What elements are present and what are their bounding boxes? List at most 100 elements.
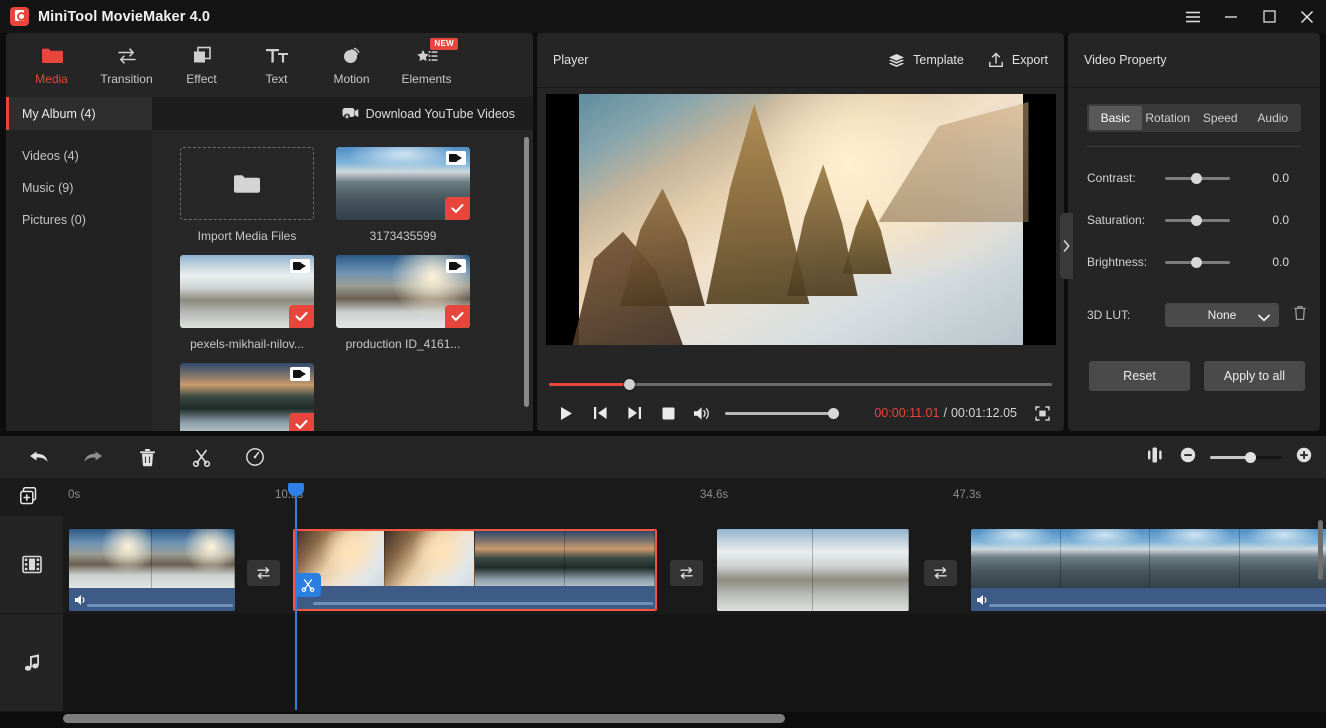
tab-rotation[interactable]: Rotation: [1142, 106, 1195, 130]
maximize-button[interactable]: [1250, 0, 1288, 33]
media-item: [180, 363, 314, 431]
checked-badge-icon[interactable]: [445, 197, 470, 220]
brightness-knob[interactable]: [1191, 257, 1202, 268]
category-music[interactable]: Music (9): [6, 172, 152, 204]
contrast-knob[interactable]: [1191, 173, 1202, 184]
transition-button[interactable]: [924, 560, 957, 586]
audio-track-lane[interactable]: [63, 614, 1326, 712]
media-thumbnail[interactable]: [336, 147, 470, 220]
volume-slider[interactable]: [725, 412, 835, 415]
zoom-in-icon: [1296, 447, 1312, 463]
track-headers: [0, 516, 63, 712]
motion-circle-icon: [341, 45, 363, 67]
total-time: 00:01:12.05: [951, 406, 1017, 420]
track-clip-area: [63, 516, 1326, 712]
media-thumbnail[interactable]: [180, 363, 314, 431]
zoom-in-button[interactable]: [1296, 447, 1312, 468]
mode-tab-media[interactable]: Media: [14, 33, 89, 97]
play-button[interactable]: [549, 398, 583, 428]
player-stage[interactable]: [546, 94, 1056, 345]
speed-button[interactable]: [238, 440, 272, 474]
player-video-frame: [579, 94, 1023, 345]
undo-button[interactable]: [22, 440, 56, 474]
minimize-button[interactable]: [1212, 0, 1250, 33]
folder-icon: [41, 45, 63, 67]
time-separator: /: [943, 406, 946, 420]
timeline-clip[interactable]: [69, 529, 235, 611]
library-tab-my-album[interactable]: My Album (4): [6, 97, 152, 130]
timeline-ruler[interactable]: 0s 10.8s 34.6s 47.3s: [0, 478, 1326, 516]
time-display: 00:00:11.01 / 00:01:12.05: [874, 406, 1052, 421]
saturation-row: Saturation: 0.0: [1087, 209, 1309, 231]
stop-button[interactable]: [651, 398, 685, 428]
timeline-vertical-scrollbar[interactable]: [1318, 520, 1323, 580]
trash-icon: [139, 448, 156, 467]
tab-speed[interactable]: Speed: [1194, 106, 1247, 130]
clip-audio-strip: [971, 588, 1326, 611]
next-frame-button[interactable]: [617, 398, 651, 428]
undo-arrow-icon: [28, 448, 50, 466]
media-scrollbar[interactable]: [524, 137, 529, 407]
zoom-out-button[interactable]: [1180, 447, 1196, 468]
media-item: 3173435599: [336, 147, 470, 243]
timeline-clip[interactable]: [971, 529, 1326, 611]
lut-select[interactable]: None: [1165, 303, 1279, 327]
checked-badge-icon[interactable]: [289, 413, 314, 431]
volume-knob[interactable]: [828, 408, 839, 419]
mode-tab-elements[interactable]: NEW Elements: [389, 33, 464, 97]
redo-button[interactable]: [76, 440, 110, 474]
delete-button[interactable]: [130, 440, 164, 474]
split-button[interactable]: [184, 440, 218, 474]
timeline-horizontal-scrollbar[interactable]: [63, 714, 785, 723]
ruler-label: 47.3s: [953, 489, 981, 501]
add-track-button[interactable]: [20, 487, 40, 512]
current-time: 00:00:11.01: [874, 406, 939, 420]
tab-basic[interactable]: Basic: [1089, 106, 1142, 130]
zoom-slider[interactable]: [1210, 456, 1282, 459]
zoom-knob[interactable]: [1245, 452, 1256, 463]
fullscreen-button[interactable]: [1035, 406, 1050, 421]
reset-button[interactable]: Reset: [1089, 361, 1190, 391]
tab-audio[interactable]: Audio: [1247, 106, 1300, 130]
template-button[interactable]: Template: [888, 53, 964, 68]
volume-button[interactable]: [685, 398, 719, 428]
close-button[interactable]: [1288, 0, 1326, 33]
transition-button[interactable]: [670, 560, 703, 586]
transition-button[interactable]: [247, 560, 280, 586]
media-thumbnail[interactable]: [336, 255, 470, 328]
media-thumbnail[interactable]: [180, 255, 314, 328]
media-grid: Import Media Files 3173435599: [180, 147, 520, 431]
seek-bar[interactable]: [549, 383, 1052, 386]
checked-badge-icon[interactable]: [289, 305, 314, 328]
mode-tab-text[interactable]: Text: [239, 33, 314, 97]
download-youtube-button[interactable]: Download YouTube Videos: [342, 107, 515, 121]
playhead[interactable]: [295, 495, 297, 710]
saturation-knob[interactable]: [1191, 215, 1202, 226]
seek-knob[interactable]: [624, 379, 635, 390]
import-media-button[interactable]: [180, 147, 314, 220]
video-track-header[interactable]: [0, 516, 63, 614]
panel-collapse-handle[interactable]: [1060, 213, 1073, 279]
redo-arrow-icon: [82, 448, 104, 466]
mode-tab-motion[interactable]: Motion: [314, 33, 389, 97]
clip-split-badge[interactable]: [295, 573, 321, 597]
contrast-slider[interactable]: [1165, 177, 1230, 180]
fit-to-timeline-button[interactable]: [1147, 447, 1166, 468]
transition-arrows-icon: [255, 566, 272, 580]
audio-track-header[interactable]: [0, 614, 63, 712]
mode-tab-effect[interactable]: Effect: [164, 33, 239, 97]
timeline-clip-selected[interactable]: [293, 529, 657, 611]
apply-to-all-button[interactable]: Apply to all: [1204, 361, 1305, 391]
brightness-slider[interactable]: [1165, 261, 1230, 264]
category-pictures[interactable]: Pictures (0): [6, 204, 152, 236]
export-button[interactable]: Export: [988, 52, 1048, 68]
timeline-clip[interactable]: [717, 529, 909, 611]
checked-badge-icon[interactable]: [445, 305, 470, 328]
menu-button[interactable]: [1174, 0, 1212, 33]
mode-tab-transition[interactable]: Transition: [89, 33, 164, 97]
mode-tab-label: Motion: [333, 72, 369, 86]
category-videos[interactable]: Videos (4): [6, 140, 152, 172]
saturation-slider[interactable]: [1165, 219, 1230, 222]
previous-frame-button[interactable]: [583, 398, 617, 428]
lut-delete-button[interactable]: [1293, 305, 1307, 326]
